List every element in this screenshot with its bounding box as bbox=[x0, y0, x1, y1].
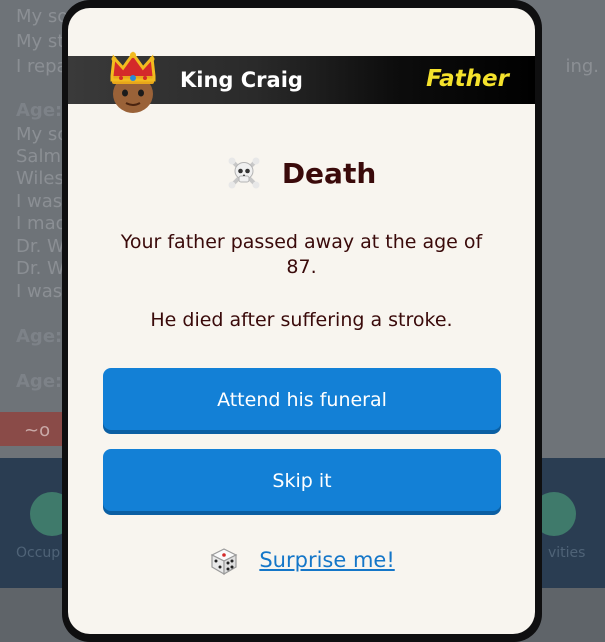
surprise-row[interactable]: Surprise me! bbox=[68, 544, 535, 576]
wave-icon: ~o bbox=[24, 420, 51, 441]
background-text-line: My so bbox=[16, 124, 69, 145]
modal-title-row: Death bbox=[68, 156, 535, 190]
background-occupation-label: Occup bbox=[16, 545, 61, 561]
background-text-line: I was bbox=[16, 191, 63, 212]
background-text-line: Wiles bbox=[16, 168, 64, 189]
background-text-line: I mad bbox=[16, 213, 68, 234]
background-age-label: Age: bbox=[16, 371, 63, 392]
background-text-line: I repa bbox=[16, 56, 68, 77]
background-text-line: Salm bbox=[16, 146, 61, 167]
surprise-me-link[interactable]: Surprise me! bbox=[259, 548, 394, 572]
death-cause-message: He died after suffering a stroke. bbox=[150, 309, 453, 331]
background-text-right: ing. bbox=[565, 56, 599, 77]
death-message: Your father passed away at the age of 87… bbox=[120, 231, 483, 278]
dice-icon[interactable] bbox=[208, 544, 240, 576]
background-red-bar: ~o bbox=[0, 412, 70, 446]
background-age-label: Age: bbox=[16, 100, 63, 121]
person-name: King Craig bbox=[180, 68, 303, 92]
background-age-label: Age: bbox=[16, 326, 63, 347]
background-text-line: Dr. W bbox=[16, 236, 65, 257]
background-text-line: My st bbox=[16, 31, 65, 52]
avatar bbox=[104, 50, 162, 114]
relation-label: Father bbox=[426, 66, 509, 92]
background-text-line: My so bbox=[16, 6, 69, 27]
background-text-line: Dr. W bbox=[16, 258, 65, 279]
king-avatar-icon bbox=[110, 51, 156, 113]
background-text-line: I was bbox=[16, 281, 63, 302]
attend-funeral-button[interactable]: Attend his funeral bbox=[103, 368, 501, 430]
skip-button[interactable]: Skip it bbox=[103, 449, 501, 511]
background-activities-label: vities bbox=[548, 545, 586, 561]
skull-crossbones-icon bbox=[227, 156, 261, 190]
modal-title: Death bbox=[281, 156, 377, 190]
death-modal: King Craig Father Death Your father pass… bbox=[68, 8, 535, 634]
